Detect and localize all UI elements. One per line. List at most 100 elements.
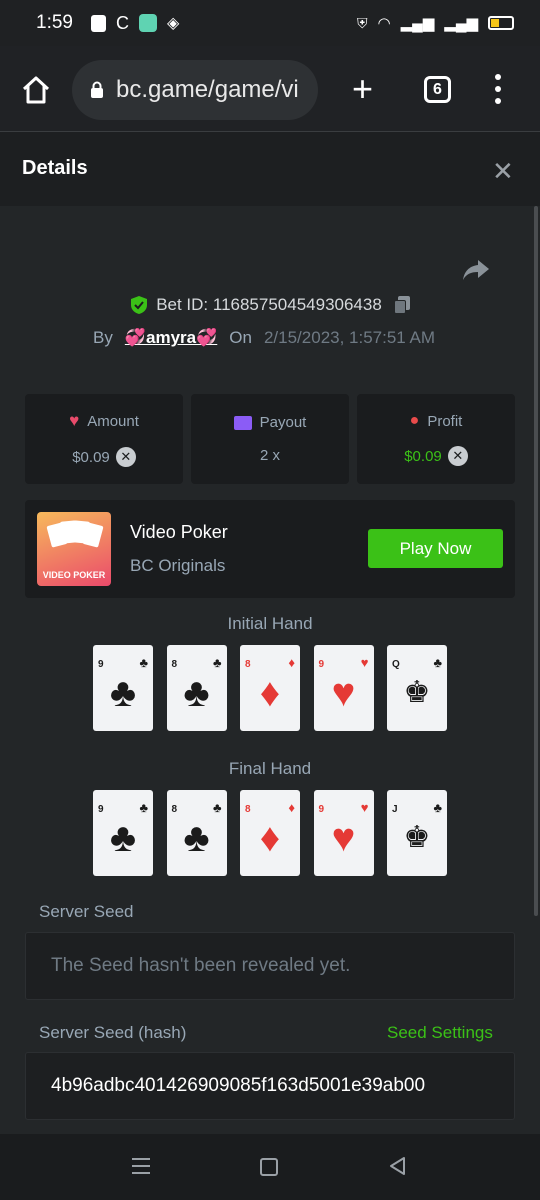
url-text: bc.game/game/vi xyxy=(116,76,299,103)
bet-stats: ♥ Amount $0.09 ✕ Payout 2 x ● Profit $0.09 ✕ xyxy=(25,394,515,484)
card-suit-icon: ♦ xyxy=(288,655,295,670)
game-card: VIDEO POKER Video Poker BC Originals Pla… xyxy=(25,500,515,598)
card-center-suit-icon: ♚ xyxy=(403,821,431,854)
system-icons: ⛨ ◠ ▂▄▆ ▂▄▆ xyxy=(357,14,514,32)
card-center-suit-icon: ♣ xyxy=(183,816,210,860)
new-tab-icon[interactable]: + xyxy=(352,71,373,107)
home-icon[interactable] xyxy=(20,74,52,106)
card-rank: Q xyxy=(392,659,400,670)
share-icon[interactable] xyxy=(462,258,490,282)
stat-value: $0.09 xyxy=(72,448,110,466)
c-app-icon: C xyxy=(115,12,129,33)
page-title: Details xyxy=(22,157,88,179)
stat-label: Payout xyxy=(259,414,307,431)
card-center-suit-icon: ♥ xyxy=(331,816,356,860)
stat-value: $0.09 xyxy=(404,447,442,465)
card-center-suit-icon: ♣ xyxy=(109,671,137,715)
card-suit-icon: ♣ xyxy=(139,655,148,670)
card-rank: 8 xyxy=(171,804,178,815)
card-rank: 9 xyxy=(318,659,325,670)
coin-icon: ✕ xyxy=(115,447,136,467)
status-bar: 1:59 C ◈ ⛨ ◠ ▂▄▆ ▂▄▆ xyxy=(0,0,540,46)
card-rank: 8 xyxy=(171,659,178,670)
card-rank: 9 xyxy=(98,804,104,815)
signal-icon-2: ▂▄▆ xyxy=(444,15,478,32)
bet-date: 2/15/2023, 1:57:51 AM xyxy=(263,328,436,347)
playing-card: 9 ♥ ♥ xyxy=(313,790,374,876)
initial-hand-label: Initial Hand xyxy=(227,614,313,633)
seed-settings-link[interactable]: Seed Settings xyxy=(387,1023,493,1043)
card-rank: 9 xyxy=(98,659,104,670)
game-name: Video Poker xyxy=(130,522,228,542)
wifi-icon: ◠ xyxy=(377,15,391,32)
app-icon xyxy=(138,14,157,32)
playing-card: Q ♣ ♚ xyxy=(387,645,447,731)
browser-toolbar: bc.game/game/vi + 6 xyxy=(0,46,540,132)
card-suit-icon: ♥ xyxy=(360,655,369,670)
tab-switcher-button[interactable]: 6 xyxy=(424,76,451,103)
game-provider: BC Originals xyxy=(130,556,226,575)
vpn-icon: ⛨ xyxy=(357,14,368,31)
final-hand-label: Final Hand xyxy=(228,759,312,778)
card-rank: 9 xyxy=(318,804,325,815)
card-center-suit-icon: ♚ xyxy=(403,676,431,709)
copy-icon[interactable] xyxy=(393,296,410,314)
status-time: 1:59 xyxy=(36,12,73,33)
bet-id: Bet ID: 116857504549306438 xyxy=(156,295,382,314)
stat-payout: Payout 2 x xyxy=(191,394,349,484)
card-suit-icon: ♣ xyxy=(433,655,442,670)
by-label: By xyxy=(93,328,113,347)
card-rank: 8 xyxy=(245,659,251,670)
server-seed-hash-label: Server Seed (hash) xyxy=(39,1023,187,1042)
home-nav-icon[interactable] xyxy=(260,1158,278,1176)
signal-icon: ▂▄▆ xyxy=(400,15,435,32)
card-center-suit-icon: ♣ xyxy=(109,816,137,860)
profit-icon: ● xyxy=(409,412,420,429)
playing-card: 9 ♥ ♥ xyxy=(313,645,374,731)
initial-hand-cards: 9 ♣ ♣ 8 ♣ ♣ 8 ♦ ♦ 9 ♥ ♥ Q ♣ ♚ xyxy=(93,645,447,731)
playing-card: 8 ♦ ♦ xyxy=(240,645,300,731)
shop-icon xyxy=(90,14,106,32)
overflow-menu-icon[interactable] xyxy=(493,74,503,104)
card-center-suit-icon: ♦ xyxy=(259,816,281,860)
battery-icon xyxy=(488,16,514,30)
address-bar[interactable]: bc.game/game/vi xyxy=(72,60,318,120)
lock-icon xyxy=(91,81,103,98)
close-icon[interactable]: ✕ xyxy=(492,156,514,187)
card-rank: J xyxy=(392,804,398,815)
playing-card: 8 ♣ ♣ xyxy=(166,790,227,876)
card-suit-icon: ♣ xyxy=(212,800,222,815)
server-seed-field[interactable]: The Seed hasn't been revealed yet. xyxy=(25,932,515,1000)
card-suit-icon: ♣ xyxy=(139,800,148,815)
card-center-suit-icon: ♣ xyxy=(183,671,210,715)
card-suit-icon: ♥ xyxy=(360,800,369,815)
bet-id-row: Bet ID: 116857504549306438 xyxy=(0,295,540,315)
stat-profit: ● Profit $0.09 ✕ xyxy=(357,394,515,484)
stat-amount: ♥ Amount $0.09 ✕ xyxy=(25,394,183,484)
on-label: On xyxy=(229,328,252,347)
card-suit-icon: ♣ xyxy=(433,800,442,815)
server-seed-label: Server Seed xyxy=(39,902,134,921)
recents-icon[interactable] xyxy=(132,1158,150,1174)
final-hand-cards: 9 ♣ ♣ 8 ♣ ♣ 8 ♦ ♦ 9 ♥ ♥ J ♣ ♚ xyxy=(93,790,447,876)
playing-card: 9 ♣ ♣ xyxy=(93,790,153,876)
playing-card: 8 ♦ ♦ xyxy=(240,790,300,876)
back-icon[interactable] xyxy=(388,1156,408,1176)
binance-icon: ◈ xyxy=(166,15,180,32)
system-nav-bar xyxy=(0,1134,540,1200)
stat-label: Profit xyxy=(427,412,463,430)
notification-icons: C ◈ xyxy=(90,12,180,34)
video-poker-thumbnail[interactable]: VIDEO POKER xyxy=(37,512,111,586)
stat-label: Amount xyxy=(87,412,139,430)
bet-meta: By 💞amyra💞 On 2/15/2023, 1:57:51 AM xyxy=(93,328,435,348)
card-center-suit-icon: ♥ xyxy=(331,671,356,715)
thumbnail-label: VIDEO POKER xyxy=(42,570,106,580)
playing-card: J ♣ ♚ xyxy=(387,790,447,876)
server-seed-hash-field[interactable]: 4b96adbc401426909085f163d5001e39ab00 xyxy=(25,1052,515,1120)
username-link[interactable]: 💞amyra💞 xyxy=(125,328,217,348)
playing-card: 8 ♣ ♣ xyxy=(166,645,227,731)
play-now-button[interactable]: Play Now xyxy=(368,529,503,568)
card-center-suit-icon: ♦ xyxy=(259,671,281,715)
playing-card: 9 ♣ ♣ xyxy=(93,645,153,731)
details-header: Details ✕ xyxy=(0,132,540,206)
